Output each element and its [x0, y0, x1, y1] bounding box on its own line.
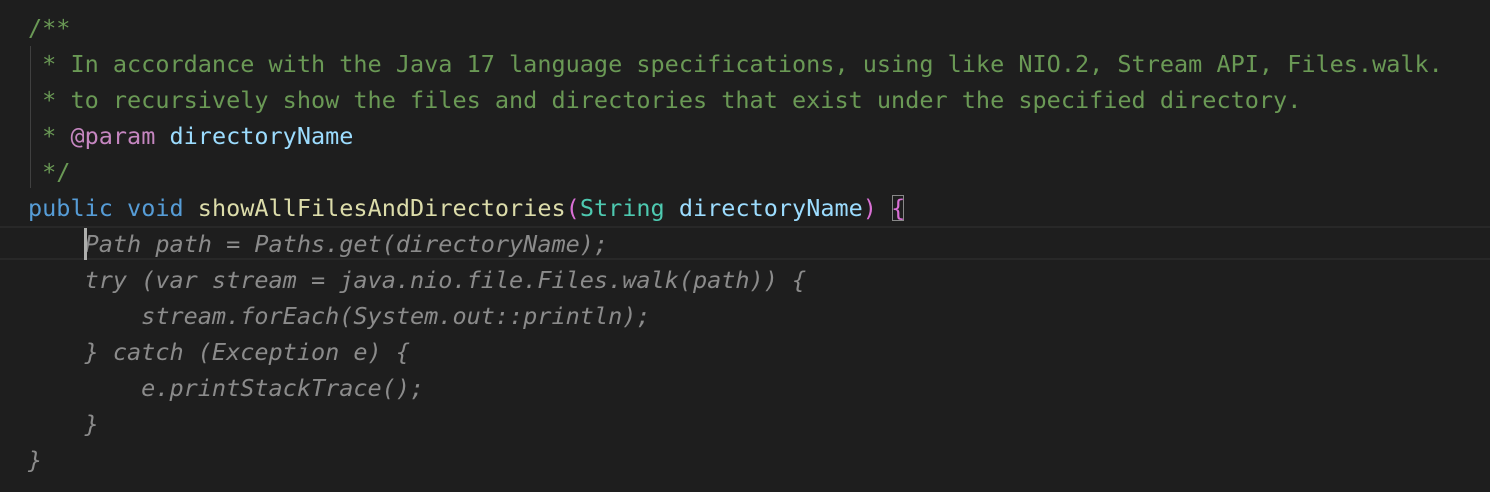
- inline-suggestion-text: Path path = Paths.get(directoryName);: [28, 230, 609, 258]
- code-line[interactable]: /**: [0, 10, 1490, 46]
- code-line[interactable]: Path path = Paths.get(directoryName);: [0, 226, 1490, 262]
- inline-suggestion-text: stream.forEach(System.out::println);: [28, 302, 651, 330]
- code-line[interactable]: try (var stream = java.nio.file.Files.wa…: [0, 262, 1490, 298]
- inline-suggestion-text: }: [28, 410, 99, 438]
- code-token: public: [28, 194, 113, 222]
- code-line[interactable]: }: [0, 442, 1490, 478]
- code-line[interactable]: public void showAllFilesAndDirectories(S…: [0, 190, 1490, 226]
- inline-suggestion-text: } catch (Exception e) {: [28, 338, 411, 366]
- code-line[interactable]: e.printStackTrace();: [0, 370, 1490, 406]
- code-token: * In accordance with the Java 17 languag…: [28, 50, 1443, 78]
- code-token: directoryName: [678, 194, 863, 222]
- code-line[interactable]: * In accordance with the Java 17 languag…: [0, 46, 1490, 82]
- code-editor[interactable]: /** * In accordance with the Java 17 lan…: [0, 0, 1490, 492]
- code-line[interactable]: }: [0, 406, 1490, 442]
- code-line[interactable]: * to recursively show the files and dire…: [0, 82, 1490, 118]
- code-token: directoryName: [169, 122, 354, 150]
- code-token: * to recursively show the files and dire…: [28, 86, 1302, 114]
- code-token: (: [565, 194, 580, 222]
- code-token: @param: [70, 122, 156, 150]
- code-line[interactable]: * @param directoryName: [0, 118, 1490, 154]
- code-line[interactable]: stream.forEach(System.out::println);: [0, 298, 1490, 334]
- inline-suggestion-text: }: [28, 446, 43, 474]
- code-token: String: [579, 194, 665, 222]
- inline-suggestion-text: try (var stream = java.nio.file.Files.wa…: [28, 266, 807, 294]
- text-cursor: [84, 228, 87, 260]
- code-token: showAllFilesAndDirectories: [197, 194, 566, 222]
- inline-suggestion-text: e.printStackTrace();: [28, 374, 425, 402]
- code-line[interactable]: } catch (Exception e) {: [0, 334, 1490, 370]
- code-token: ): [862, 194, 877, 222]
- code-token: void: [127, 194, 184, 222]
- code-token: *: [28, 122, 71, 150]
- code-token: */: [28, 158, 71, 186]
- code-token: /**: [28, 14, 71, 42]
- code-line[interactable]: */: [0, 154, 1490, 190]
- code-token: {: [891, 194, 906, 222]
